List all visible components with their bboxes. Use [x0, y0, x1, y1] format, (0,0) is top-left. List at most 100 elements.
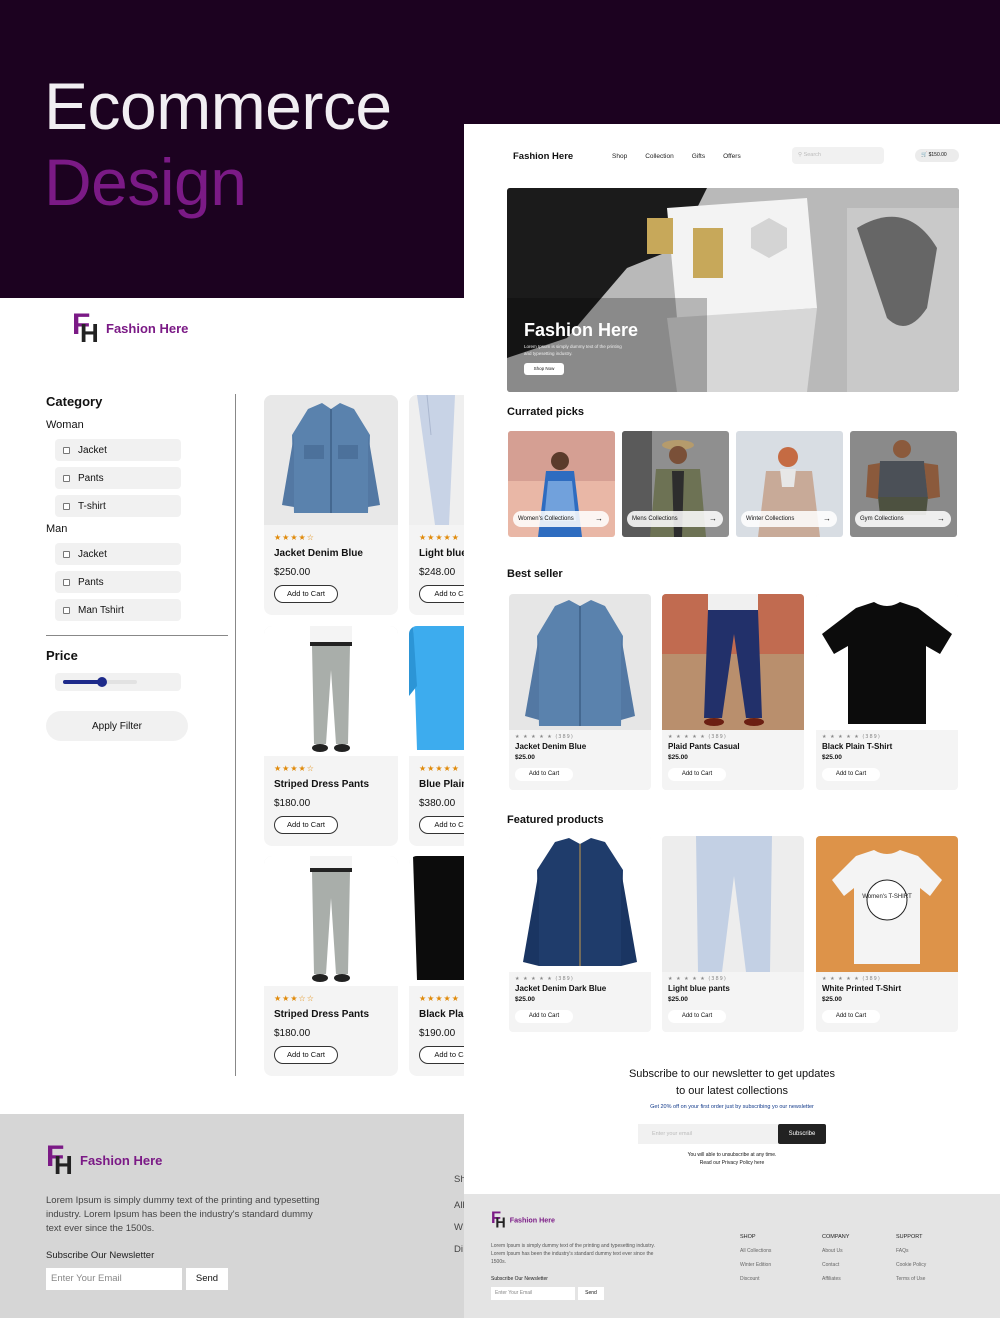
checkbox[interactable]: [63, 578, 70, 586]
product-name[interactable]: Striped Dress Pants: [264, 776, 398, 790]
product-name[interactable]: Light blue pants: [662, 984, 804, 993]
checkbox[interactable]: [63, 446, 70, 454]
product-name[interactable]: Black Plai: [409, 1006, 464, 1020]
search-input[interactable]: ⚲ Search: [792, 147, 884, 164]
footer-link[interactable]: Terms of Use: [896, 1276, 926, 1282]
product-name[interactable]: Jacket Denim Dark Blue: [509, 984, 651, 993]
footer-link[interactable]: FAQs: [896, 1248, 926, 1254]
cart-button[interactable]: 🛒 $150.00: [915, 149, 959, 162]
subscribe-button[interactable]: Subscribe: [778, 1124, 826, 1144]
footer-link[interactable]: Affiliates: [822, 1276, 849, 1282]
product-name[interactable]: Striped Dress Pants: [264, 1006, 398, 1020]
nav-offers[interactable]: Offers: [723, 153, 741, 160]
checkbox[interactable]: [63, 474, 70, 482]
product-image[interactable]: [409, 626, 464, 756]
collection-women[interactable]: Women's Collections →: [508, 431, 615, 537]
filter-woman-pants[interactable]: Pants: [55, 467, 181, 489]
product-card[interactable]: ★ ★ ★ ★ ★ (389) Light blue pants $25.00 …: [662, 836, 804, 1032]
nav-shop[interactable]: Shop: [612, 153, 627, 160]
product-name[interactable]: Black Plain T-Shirt: [816, 742, 958, 751]
product-card[interactable]: ★★★★★ Blue Plain $380.00 Add to Ca: [409, 626, 464, 846]
product-card[interactable]: ★ ★ ★ ★ ★ (389) Plaid Pants Casual $25.0…: [662, 594, 804, 790]
email-field[interactable]: Enter Your Email: [491, 1287, 575, 1300]
product-image[interactable]: [264, 856, 398, 986]
product-image[interactable]: [662, 836, 804, 972]
product-card[interactable]: Women's T-SHIRT ★ ★ ★ ★ ★ (389) White Pr…: [816, 836, 958, 1032]
product-card[interactable]: ★★★★★ Light blue $248.00 Add to Ca: [409, 395, 464, 615]
product-image[interactable]: Women's T-SHIRT: [816, 836, 958, 972]
privacy-policy-link[interactable]: Read our Privacy Policy here: [464, 1159, 1000, 1167]
checkbox[interactable]: [63, 606, 70, 614]
product-card[interactable]: ★ ★ ★ ★ ★ (389) Jacket Denim Blue $25.00…: [509, 594, 651, 790]
product-image[interactable]: [662, 594, 804, 730]
footer-logo[interactable]: FH Fashion Here: [491, 1210, 555, 1230]
product-name[interactable]: Light blue: [409, 545, 464, 559]
add-to-cart-button[interactable]: Add to Ca: [419, 585, 464, 603]
price-slider[interactable]: [55, 673, 181, 691]
shop-now-button[interactable]: Shop Now: [524, 363, 564, 375]
filter-man-jacket[interactable]: Jacket: [55, 543, 181, 565]
checkbox[interactable]: [63, 502, 70, 510]
collection-mens[interactable]: Mens Collections →: [622, 431, 729, 537]
product-name[interactable]: Plaid Pants Casual: [662, 742, 804, 751]
email-field[interactable]: Enter Your Email: [46, 1268, 182, 1290]
product-image[interactable]: [409, 856, 464, 986]
newsletter-email-input[interactable]: Enter your email: [638, 1124, 778, 1144]
product-image[interactable]: [509, 594, 651, 730]
add-to-cart-button[interactable]: Add to Cart: [274, 816, 338, 834]
footer-link[interactable]: All: [454, 1200, 464, 1211]
footer-link[interactable]: Di: [454, 1244, 463, 1255]
footer-logo[interactable]: FH Fashion Here: [46, 1142, 162, 1179]
apply-filter-button[interactable]: Apply Filter: [46, 711, 188, 741]
product-card[interactable]: ★★★★★ Black Plai $190.00 Add to Ca: [409, 856, 464, 1076]
add-to-cart-button[interactable]: Add to Ca: [419, 816, 464, 834]
footer-link[interactable]: Contact: [822, 1262, 849, 1268]
add-to-cart-button[interactable]: Add to Ca: [419, 1046, 464, 1064]
add-to-cart-button[interactable]: Add to Cart: [274, 585, 338, 603]
add-to-cart-button[interactable]: Add to Cart: [668, 768, 726, 781]
product-card[interactable]: ★★★★☆ Jacket Denim Blue $250.00 Add to C…: [264, 395, 398, 615]
collection-label[interactable]: Women's Collections →: [513, 511, 609, 527]
collection-gym[interactable]: Gym Collections →: [850, 431, 957, 537]
product-card[interactable]: ★ ★ ★ ★ ★ (389) Jacket Denim Dark Blue $…: [509, 836, 651, 1032]
footer-link[interactable]: All Collections: [740, 1248, 771, 1254]
send-button[interactable]: Send: [186, 1268, 228, 1290]
product-name[interactable]: Blue Plain: [409, 776, 464, 790]
footer-link[interactable]: Discount: [740, 1276, 771, 1282]
nav-collection[interactable]: Collection: [645, 153, 674, 160]
footer-link[interactable]: Cookie Policy: [896, 1262, 926, 1268]
product-name[interactable]: White Printed T-Shirt: [816, 984, 958, 993]
collection-label[interactable]: Gym Collections →: [855, 511, 951, 527]
product-name[interactable]: Jacket Denim Blue: [264, 545, 398, 559]
collection-label[interactable]: Mens Collections →: [627, 511, 723, 527]
product-card[interactable]: ★ ★ ★ ★ ★ (389) Black Plain T-Shirt $25.…: [816, 594, 958, 790]
add-to-cart-button[interactable]: Add to Cart: [274, 1046, 338, 1064]
footer-link[interactable]: W: [454, 1222, 463, 1233]
add-to-cart-button[interactable]: Add to Cart: [822, 1010, 880, 1023]
filter-man-pants[interactable]: Pants: [55, 571, 181, 593]
collection-label[interactable]: Winter Collections →: [741, 511, 837, 527]
footer-link[interactable]: Winter Edition: [740, 1262, 771, 1268]
product-card[interactable]: ★★★★☆ Striped Dress Pants $180.00 Add to…: [264, 626, 398, 846]
send-button[interactable]: Send: [578, 1287, 604, 1300]
brand-name[interactable]: Fashion Here: [513, 151, 573, 162]
filter-woman-jacket[interactable]: Jacket: [55, 439, 181, 461]
nav-gifts[interactable]: Gifts: [692, 153, 705, 160]
add-to-cart-button[interactable]: Add to Cart: [515, 1010, 573, 1023]
checkbox[interactable]: [63, 550, 70, 558]
slider-handle[interactable]: [97, 677, 107, 687]
product-card[interactable]: ★★★☆☆ Striped Dress Pants $180.00 Add to…: [264, 856, 398, 1076]
product-image[interactable]: [264, 626, 398, 756]
product-name[interactable]: Jacket Denim Blue: [509, 742, 651, 751]
add-to-cart-button[interactable]: Add to Cart: [668, 1010, 726, 1023]
brand-logo[interactable]: FH Fashion Here: [72, 310, 188, 347]
product-image[interactable]: [509, 836, 651, 972]
filter-woman-tshirt[interactable]: T-shirt: [55, 495, 181, 517]
product-image[interactable]: [264, 395, 398, 525]
add-to-cart-button[interactable]: Add to Cart: [515, 768, 573, 781]
filter-man-tshirt[interactable]: Man Tshirt: [55, 599, 181, 621]
product-image[interactable]: [409, 395, 464, 525]
add-to-cart-button[interactable]: Add to Cart: [822, 768, 880, 781]
footer-link[interactable]: About Us: [822, 1248, 849, 1254]
collection-winter[interactable]: Winter Collections →: [736, 431, 843, 537]
